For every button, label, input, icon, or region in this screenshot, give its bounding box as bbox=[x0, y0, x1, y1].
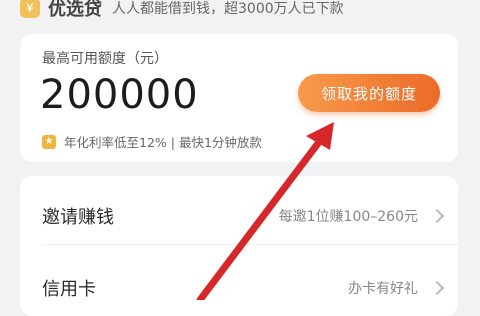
menu-item-credit-card[interactable]: 信用卡 办卡有好礼 bbox=[20, 262, 458, 314]
menu-card: 邀请赚钱 每邀1位赚100–260元 信用卡 办卡有好礼 bbox=[20, 176, 458, 316]
app-logo-icon: ¥ bbox=[20, 0, 40, 18]
menu-item-subtitle: 每邀1位赚100–260元 bbox=[278, 209, 418, 225]
app-title: 优选贷 bbox=[48, 0, 102, 20]
menu-item-invite[interactable]: 邀请赚钱 每邀1位赚100–260元 bbox=[20, 190, 458, 242]
menu-item-title: 邀请赚钱 bbox=[42, 207, 114, 228]
chevron-right-icon bbox=[429, 280, 445, 296]
credit-limit-label: 最高可用额度（元） bbox=[42, 51, 168, 67]
chevron-right-icon bbox=[429, 208, 445, 224]
credit-card: 最高可用额度（元） 200000 领取我的额度 ★ 年化利率低至12% | 最快… bbox=[20, 34, 458, 162]
credit-limit-amount: 200000 bbox=[40, 72, 199, 118]
menu-item-subtitle: 办卡有好礼 bbox=[348, 281, 418, 297]
claim-credit-button[interactable]: 领取我的额度 bbox=[298, 74, 440, 112]
divider bbox=[42, 244, 458, 245]
top-banner: ¥ 优选贷 人人都能借到钱，超3000万人已下款 bbox=[20, 0, 460, 22]
star-icon: ★ bbox=[42, 134, 56, 149]
rate-info-text: 年化利率低至12% | 最快1分钟放款 bbox=[64, 135, 262, 150]
app-slogan: 人人都能借到钱，超3000万人已下款 bbox=[112, 1, 344, 17]
menu-item-title: 信用卡 bbox=[42, 279, 96, 300]
rate-info-row: ★ 年化利率低至12% | 最快1分钟放款 bbox=[42, 132, 262, 151]
